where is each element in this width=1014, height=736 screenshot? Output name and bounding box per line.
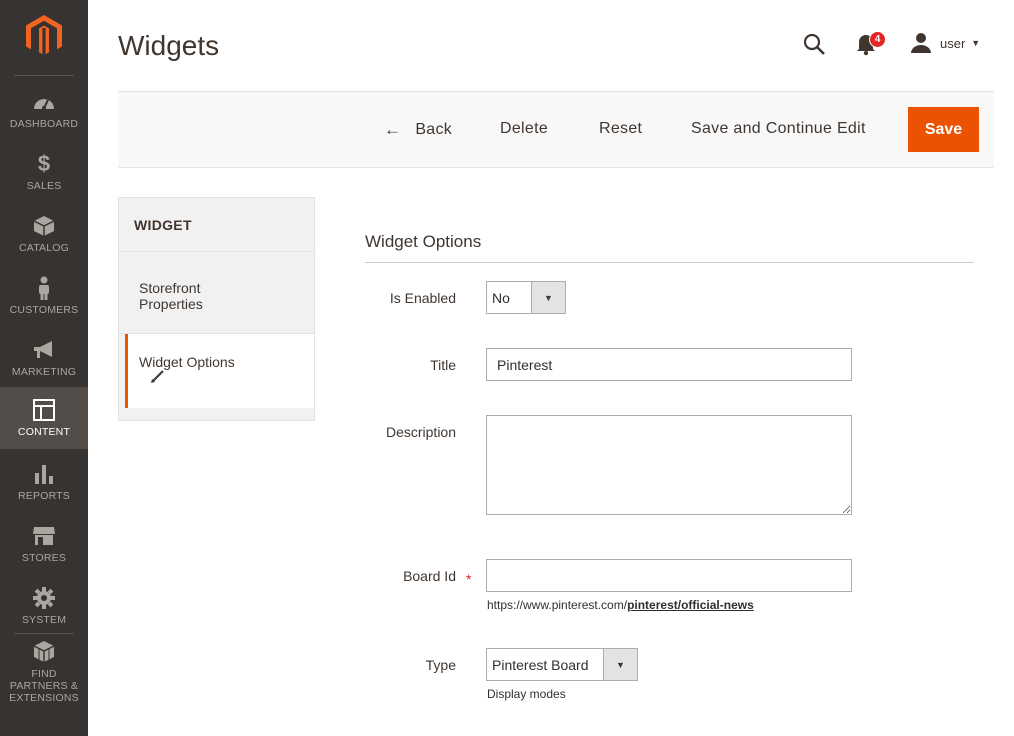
sidebar-item-label: STORES — [21, 552, 67, 564]
user-name: user — [940, 35, 966, 51]
person-icon — [32, 276, 56, 300]
back-button[interactable]: ← Back — [384, 120, 452, 140]
sidebar-item-label: CONTENT — [17, 426, 71, 438]
sidebar-item-catalog[interactable]: CATALOG — [0, 203, 88, 265]
back-arrow-icon: ← — [384, 120, 402, 139]
store-icon — [32, 524, 56, 548]
save-button[interactable]: Save — [908, 107, 979, 152]
notifications-count-badge[interactable]: 4 — [869, 31, 886, 48]
is-enabled-label: Is Enabled — [389, 290, 456, 306]
tab-storefront-properties[interactable]: Storefront Properties — [119, 252, 314, 334]
type-label: Type — [425, 657, 456, 673]
sidebar-item-label: FIND PARTNERS & EXTENSIONS — [9, 668, 79, 704]
tab-label: Storefront Properties — [139, 280, 203, 312]
tabs-heading: WIDGET — [119, 198, 314, 252]
sidebar-item-label: DASHBOARD — [9, 118, 79, 130]
dollar-icon: $ — [37, 151, 51, 176]
sidebar-item-marketing[interactable]: MARKETING — [0, 327, 88, 389]
sidebar-item-system[interactable]: SYSTEM — [0, 575, 88, 637]
sidebar-item-label: REPORTS — [18, 490, 70, 502]
required-asterisk: * — [466, 571, 472, 587]
section-title: Widget Options — [365, 232, 482, 251]
sidebar-item-customers[interactable]: CUSTOMERS — [0, 265, 88, 327]
is-enabled-value: No — [492, 290, 510, 306]
type-value: Pinterest Board — [492, 657, 589, 673]
description-label: Description — [385, 424, 456, 440]
layout-icon — [32, 398, 56, 422]
cubes-icon — [32, 640, 56, 664]
delete-button[interactable]: Delete — [500, 120, 548, 138]
sidebar-item-label: SALES — [26, 180, 62, 192]
sidebar-item-sales[interactable]: $ SALES — [0, 141, 88, 203]
board-id-note: https://www.pinterest.com/pinterest/offi… — [487, 598, 754, 612]
sidebar-divider — [14, 75, 74, 76]
chevron-down-icon: ▼ — [531, 282, 565, 313]
section-divider — [365, 262, 974, 263]
tab-widget-options[interactable]: Widget Options — [125, 334, 314, 408]
sidebar-item-label: CUSTOMERS — [9, 304, 79, 316]
board-id-input[interactable] — [486, 559, 852, 592]
megaphone-icon — [32, 338, 56, 362]
save-and-continue-button[interactable]: Save and Continue Edit — [691, 120, 866, 138]
gear-icon — [32, 586, 56, 610]
board-id-label: Board Id — [403, 568, 456, 584]
box-icon — [32, 214, 56, 238]
bar-chart-icon — [32, 462, 56, 486]
search-icon[interactable] — [802, 32, 826, 56]
sidebar-item-label: MARKETING — [11, 366, 77, 378]
reset-button[interactable]: Reset — [599, 120, 642, 138]
back-button-label: Back — [415, 121, 453, 138]
sidebar-item-find-partners[interactable]: FIND PARTNERS & EXTENSIONS — [0, 640, 88, 704]
pencil-icon — [151, 370, 164, 383]
user-menu[interactable]: user ▼ — [910, 31, 980, 55]
user-icon — [911, 33, 931, 53]
title-label: Title — [430, 357, 456, 373]
admin-sidebar: DASHBOARD $ SALES CATALOG CUSTOMERS MARK… — [0, 0, 88, 736]
dashboard-icon — [32, 90, 56, 114]
chevron-down-icon: ▼ — [971, 38, 981, 48]
sidebar-item-content[interactable]: CONTENT — [0, 387, 88, 449]
widget-tabs: WIDGET Storefront Properties Widget Opti… — [118, 197, 315, 421]
sidebar-divider — [14, 633, 74, 634]
title-input[interactable] — [486, 348, 852, 381]
sidebar-item-dashboard[interactable]: DASHBOARD — [0, 79, 88, 141]
page-title: Widgets — [118, 30, 220, 61]
chevron-down-icon: ▼ — [603, 649, 637, 680]
is-enabled-select[interactable]: No ▼ — [486, 281, 566, 314]
type-note: Display modes — [487, 687, 566, 701]
sidebar-item-label: CATALOG — [18, 242, 70, 254]
sidebar-item-reports[interactable]: REPORTS — [0, 451, 88, 513]
tabs-heading-label: WIDGET — [134, 217, 192, 233]
magento-logo-icon — [26, 15, 62, 55]
sidebar-item-label: SYSTEM — [21, 614, 67, 626]
description-textarea[interactable] — [486, 415, 852, 515]
board-id-note-prefix: https://www.pinterest.com/ — [487, 598, 628, 612]
magento-logo[interactable] — [0, 0, 88, 72]
page-actions-bar: ← Back Delete Reset Save and Continue Ed… — [118, 91, 994, 168]
type-select[interactable]: Pinterest Board ▼ — [486, 648, 638, 681]
board-id-note-example: pinterest/official-news — [627, 598, 754, 612]
sidebar-item-stores[interactable]: STORES — [0, 513, 88, 575]
